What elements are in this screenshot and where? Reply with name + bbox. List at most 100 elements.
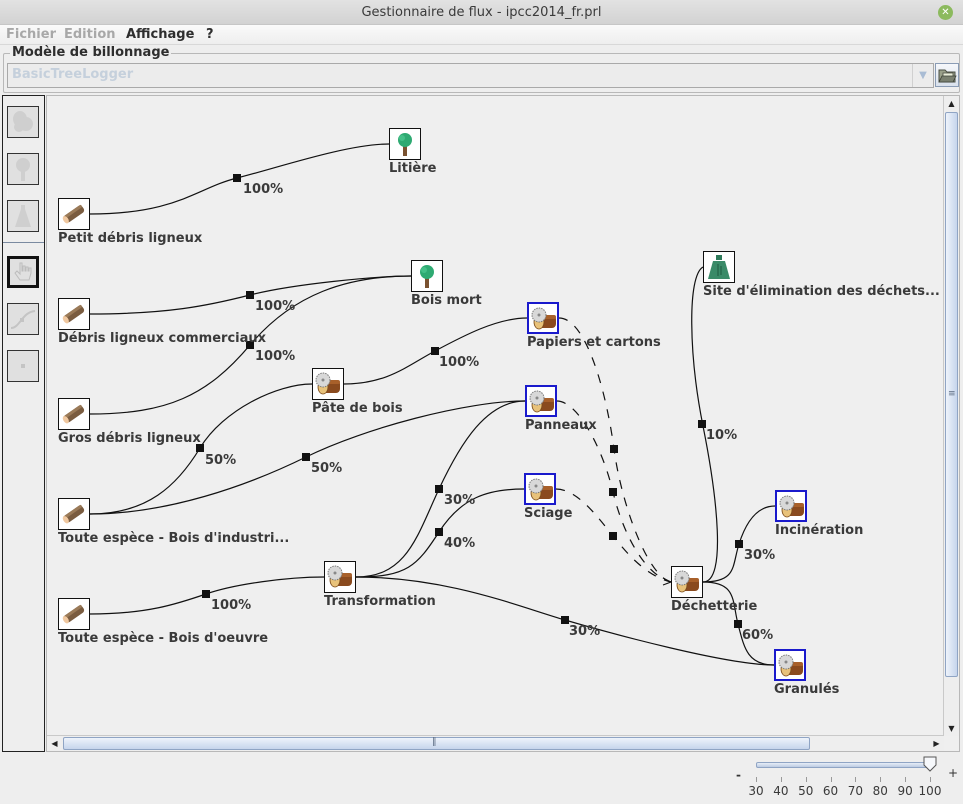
node-label: Débris ligneux commerciaux (58, 331, 267, 346)
scroll-up-icon[interactable]: ▲ (944, 96, 959, 111)
zoom-tick-mark (880, 777, 882, 782)
link-percent-label: 10% (706, 428, 738, 443)
sawmill-icon[interactable] (775, 490, 807, 522)
link-percent-label: 30% (744, 548, 776, 563)
chevron-down-icon[interactable]: ▼ (912, 64, 933, 87)
link-handle[interactable] (233, 174, 241, 182)
tree-icon (16, 158, 30, 181)
horizontal-scrollbar[interactable]: ◀ ‖ ▶ (47, 735, 944, 751)
node-label: Granulés (774, 682, 840, 697)
sawmill-icon[interactable] (527, 302, 559, 334)
link-handle[interactable] (561, 616, 569, 624)
landfill-tool[interactable] (7, 200, 39, 232)
node-label: Papiers et cartons (527, 335, 661, 350)
tree-icon[interactable] (389, 128, 421, 160)
curve-link-icon (10, 310, 36, 329)
scroll-down-icon[interactable]: ▼ (944, 721, 959, 736)
link-handle[interactable] (246, 291, 254, 299)
zoom-tick-label: 100 (918, 784, 942, 798)
link-handle[interactable] (431, 347, 439, 355)
log-icon[interactable] (58, 198, 90, 230)
vertical-scrollbar[interactable]: ▲ ≡ ▼ (943, 96, 959, 736)
link-percent-label: 100% (255, 299, 296, 314)
leaves-icon (13, 111, 33, 132)
menu-edition[interactable]: Edition (64, 25, 116, 44)
sawmill-icon[interactable] (312, 368, 344, 400)
link-tool[interactable] (7, 303, 39, 335)
node-label: Toute espèce - Bois d'industri... (58, 531, 290, 546)
menu-fichier[interactable]: Fichier (6, 25, 56, 44)
link-handle[interactable] (302, 453, 310, 461)
logging-model-value: BasicTreeLogger (12, 67, 134, 82)
zoom-tick-mark (855, 777, 857, 782)
open-logging-model-button[interactable] (935, 63, 959, 87)
zoom-tick-mark (930, 777, 931, 782)
link-percent-label: 50% (205, 453, 237, 468)
zoom-tick-mark (756, 777, 757, 782)
leaves-tool[interactable] (7, 106, 39, 138)
logging-model-select[interactable]: BasicTreeLogger ▼ (7, 63, 934, 88)
hand-pointer-icon (14, 262, 32, 281)
scroll-right-icon[interactable]: ▶ (929, 736, 944, 751)
link-handle[interactable] (435, 485, 443, 493)
link-percent-label: 100% (439, 355, 480, 370)
link-handle[interactable] (734, 620, 742, 628)
log-icon[interactable] (58, 298, 90, 330)
link-handle[interactable] (435, 528, 443, 536)
node-label: Sciage (524, 506, 573, 521)
horizontal-scroll-thumb[interactable]: ‖ (63, 737, 810, 750)
zoom-tick-label: 40 (773, 784, 789, 798)
node-label: Site d'élimination des déchets... (703, 284, 940, 299)
link-percent-label: 40% (444, 536, 476, 551)
hand-tool[interactable] (7, 256, 39, 288)
zoom-slider-track[interactable] (756, 762, 934, 768)
window-title: Gestionnaire de flux - ipcc2014_fr.prl (361, 5, 602, 20)
node-label: Panneaux (525, 418, 597, 433)
link-percent-label: 100% (243, 182, 284, 197)
scroll-left-icon[interactable]: ◀ (47, 736, 62, 751)
node-label: Pâte de bois (312, 401, 403, 416)
link-handle[interactable] (609, 532, 617, 540)
sawmill-icon[interactable] (324, 561, 356, 593)
zoom-tick-label: 90 (897, 784, 913, 798)
landfill-icon (15, 205, 31, 227)
zoom-tick-label: 70 (847, 784, 864, 798)
zoom-slider[interactable]: - + 30 40 50 60 70 80 90 100 (736, 756, 961, 804)
flow-canvas-panel: Petit débris ligneux Litière Débris ligneu… (46, 95, 960, 752)
menu-affichage[interactable]: Affichage (126, 25, 194, 44)
link-handle[interactable] (610, 445, 618, 453)
sawmill-icon[interactable] (671, 566, 703, 598)
link-handle[interactable] (735, 540, 743, 548)
sawmill-icon[interactable] (525, 385, 557, 417)
link-percent-label: 50% (311, 461, 343, 476)
close-icon[interactable]: ✕ (938, 5, 953, 20)
node-label: Bois mort (411, 293, 482, 308)
link-handle[interactable] (202, 590, 210, 598)
toolbox-separator (3, 242, 44, 243)
link-percent-label: 30% (444, 493, 476, 508)
flow-canvas[interactable]: Petit débris ligneux Litière Débris ligneu… (47, 96, 944, 736)
sawmill-icon[interactable] (524, 473, 556, 505)
tree-icon[interactable] (411, 260, 443, 292)
node-label: Incinération (775, 523, 864, 538)
node-label: Déchetterie (671, 599, 758, 614)
link-percent-label: 100% (255, 349, 296, 364)
log-icon[interactable] (58, 498, 90, 530)
sawmill-icon[interactable] (774, 649, 806, 681)
grip-icon: ≡ (948, 389, 956, 399)
zoom-tick-label: 60 (822, 784, 839, 798)
link-handle[interactable] (698, 420, 706, 428)
logging-model-label: Modèle de billonnage (10, 45, 172, 60)
menu-help[interactable]: ? (206, 25, 214, 44)
landfill-icon[interactable] (703, 251, 735, 283)
log-icon[interactable] (58, 598, 90, 630)
point-tool[interactable] (7, 350, 39, 382)
zoom-tick-mark (780, 777, 782, 782)
zoom-tick-mark (805, 777, 807, 782)
vertical-scroll-thumb[interactable]: ≡ (945, 112, 958, 677)
log-icon[interactable] (58, 398, 90, 430)
tree-tool[interactable] (7, 153, 39, 185)
link-handle[interactable] (609, 488, 617, 496)
node-label: Petit débris ligneux (58, 231, 203, 246)
zoom-slider-thumb[interactable] (923, 756, 937, 772)
